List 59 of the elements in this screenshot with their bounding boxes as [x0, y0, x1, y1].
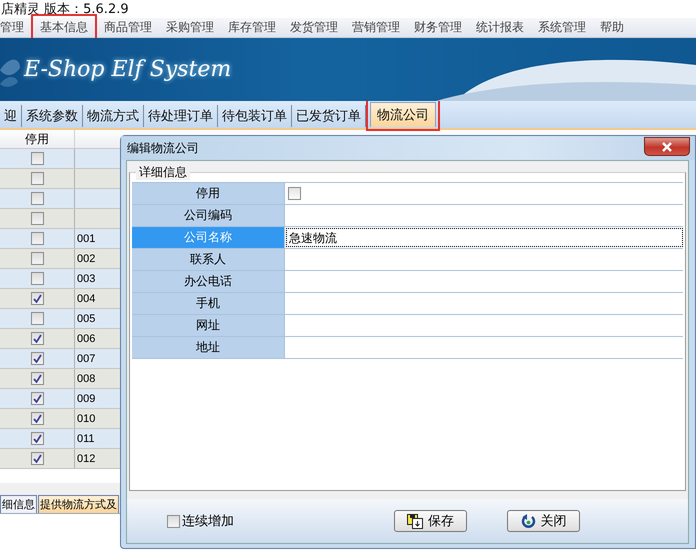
tab[interactable]: 迎 [0, 105, 22, 127]
input-field[interactable]: 急速物流 [286, 228, 683, 247]
tab[interactable]: 提供物流方式及 [38, 495, 119, 513]
table-cell: 011 [77, 432, 95, 444]
menu-item[interactable]: 系统管理 [531, 16, 593, 39]
table-cell: 002 [77, 252, 96, 264]
menu-item[interactable]: 采购管理 [159, 16, 221, 39]
field-label: 办公电话 [132, 271, 285, 292]
field-label: 公司编码 [132, 205, 285, 226]
table-cell: 003 [77, 272, 96, 284]
table-cell: 009 [77, 392, 96, 404]
close-button[interactable] [644, 137, 690, 156]
table-cell: 005 [77, 312, 96, 324]
field-label: 停用 [132, 183, 285, 204]
table-cell: 004 [77, 292, 96, 304]
save-button[interactable]: 保存 [394, 510, 467, 532]
table-cell: 007 [77, 352, 96, 364]
menu-item[interactable]: 财务管理 [407, 16, 469, 39]
floppy-icon [407, 514, 423, 528]
checkbox[interactable] [288, 187, 301, 200]
tab[interactable]: 细信息 [0, 495, 37, 513]
table-cell: 012 [77, 452, 96, 464]
checkbox[interactable] [30, 232, 44, 245]
checkbox[interactable] [30, 272, 44, 285]
menu-item[interactable]: 营销管理 [345, 16, 407, 39]
field-label: 地址 [132, 337, 285, 358]
checkbox[interactable] [30, 212, 44, 225]
tab[interactable]: 物流方式 [83, 105, 144, 127]
checkbox-label: 连续增加 [182, 513, 234, 530]
field-label: 手机 [132, 293, 285, 314]
table-cell: 001 [77, 232, 96, 244]
column-header: 停用 [0, 130, 75, 148]
menu-item[interactable]: 库存管理 [221, 16, 283, 39]
field-label: 联系人 [132, 249, 285, 270]
table-cell: 010 [77, 412, 96, 424]
tab[interactable]: 系统参数 [22, 105, 83, 127]
logo-text: E-Shop Elf System [24, 57, 232, 82]
close-button[interactable]: 关闭 [507, 510, 580, 532]
checkbox[interactable] [30, 312, 44, 325]
table-cell: 006 [77, 332, 96, 344]
group-label: 详细信息 [136, 164, 190, 180]
tab[interactable]: 待包装订单 [218, 105, 292, 127]
field-label: 公司名称 [132, 227, 285, 248]
checkbox[interactable] [30, 152, 44, 165]
tab[interactable]: 待处理订单 [144, 105, 218, 127]
menu-item[interactable]: 商品管理 [97, 16, 159, 39]
menu-item[interactable]: 统计报表 [469, 16, 531, 39]
table-cell: 008 [77, 372, 96, 384]
menu-item[interactable]: 管理 [0, 16, 31, 39]
checkbox[interactable] [30, 252, 44, 265]
menu-item[interactable]: 帮助 [593, 16, 631, 39]
checkbox[interactable] [167, 514, 180, 528]
checkbox[interactable] [30, 192, 44, 205]
checkbox[interactable] [30, 172, 44, 185]
close-icon [661, 142, 673, 152]
field-label: 网址 [132, 315, 285, 336]
dialog-title: 编辑物流公司 [126, 140, 199, 156]
refresh-icon [520, 514, 536, 528]
menu-item[interactable]: 发货管理 [283, 16, 345, 39]
